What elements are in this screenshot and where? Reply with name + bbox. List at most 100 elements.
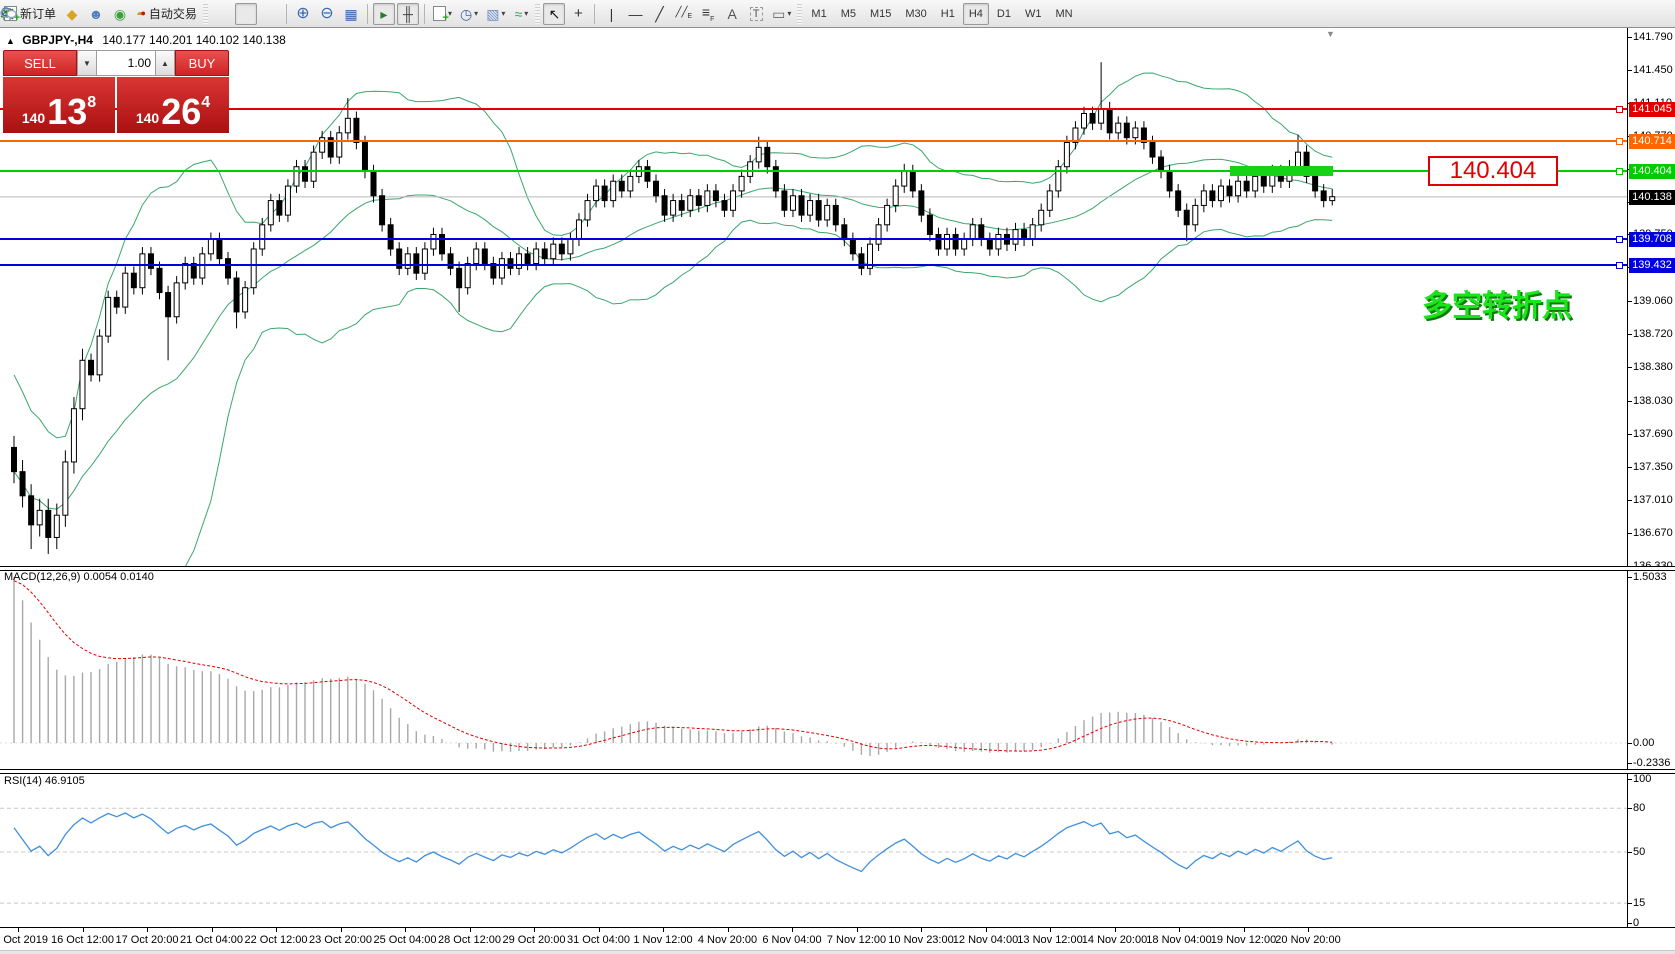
time-axis-tick xyxy=(1308,928,1309,932)
bear-candle xyxy=(816,201,821,220)
rsi-scale-50: 50 xyxy=(1633,845,1675,859)
panel-splitter[interactable] xyxy=(0,566,1675,571)
timeframe-d1[interactable]: D1 xyxy=(991,3,1017,25)
chart-shift-marker-icon[interactable]: ▼ xyxy=(1326,29,1335,39)
toolbar-grip[interactable] xyxy=(535,4,540,24)
bar-chart-button[interactable] xyxy=(211,3,233,25)
new-chart-button[interactable]: +▾ xyxy=(430,3,455,25)
bear-candle xyxy=(380,196,385,225)
auto-scroll-button[interactable]: ▸ xyxy=(373,3,395,25)
time-axis-tick xyxy=(663,928,664,932)
time-axis-label: 18 Nov 04:00 xyxy=(1146,934,1211,946)
mt4-window: + 新订单 ◆ ☻ ◉ ◓ ● 自动交易 ⊕ ⊖ ▦ ▸ ╫ +▾ ◷▾ ▧▾ … xyxy=(0,0,1675,954)
bull-candle xyxy=(962,239,967,249)
horizontal-line-object[interactable] xyxy=(0,264,1627,266)
time-axis-tick xyxy=(276,928,277,932)
timeframe-w1[interactable]: W1 xyxy=(1019,3,1048,25)
bull-candle xyxy=(268,201,273,225)
bear-candle xyxy=(131,273,136,288)
horizontal-line-object[interactable] xyxy=(0,238,1627,240)
line-handle[interactable] xyxy=(1616,138,1623,145)
rsi-scale-80: 80 xyxy=(1633,801,1675,815)
horizontal-line-object[interactable] xyxy=(0,140,1627,142)
timeframe-m1[interactable]: M1 xyxy=(805,3,832,25)
shapes-button[interactable]: ▭▾ xyxy=(769,3,794,25)
tile-windows-button[interactable]: ▦ xyxy=(340,3,362,25)
horizontal-line-object[interactable] xyxy=(0,108,1627,110)
price-tick-label: 137.690 xyxy=(1633,427,1675,441)
bull-candle xyxy=(1218,186,1223,201)
periods-button[interactable]: ◷▾ xyxy=(457,3,481,25)
search-button[interactable] xyxy=(1621,3,1643,25)
bear-candle xyxy=(20,472,25,496)
bear-candle xyxy=(679,201,684,211)
cursor-button[interactable]: ↖ xyxy=(543,3,565,25)
chinese-annotation[interactable]: 多空转折点 xyxy=(1422,281,1572,325)
buy-price-pip: 4 xyxy=(201,83,210,123)
one-click-panel-toggle[interactable]: ▲ xyxy=(6,36,15,46)
timeframe-h1[interactable]: H1 xyxy=(935,3,961,25)
crosshair-button[interactable]: + xyxy=(567,3,589,25)
line-handle[interactable] xyxy=(1616,236,1623,243)
timeframe-h4[interactable]: H4 xyxy=(963,3,989,25)
templates-button[interactable]: ▧▾ xyxy=(483,3,508,25)
time-axis[interactable]: 15 Oct 201916 Oct 12:0017 Oct 20:0021 Oc… xyxy=(0,927,1675,951)
time-axis-tick xyxy=(792,928,793,932)
text-button[interactable]: A xyxy=(721,3,743,25)
time-axis-label: 23 Oct 20:00 xyxy=(309,934,372,946)
rsi-scale-100: 100 xyxy=(1633,772,1675,786)
green-highlight-box[interactable] xyxy=(1230,166,1333,176)
fibonacci-button[interactable]: ≡F xyxy=(697,3,719,25)
autotrading-button[interactable]: ◓ ● 自动交易 xyxy=(133,3,200,25)
price-callout[interactable]: 140.404 xyxy=(1428,156,1558,186)
navigator-button[interactable]: ☻ xyxy=(85,3,107,25)
zoom-out-button[interactable]: ⊖ xyxy=(316,3,338,25)
panel-splitter[interactable] xyxy=(0,769,1675,774)
horizontal-line-button[interactable]: — xyxy=(624,3,646,25)
bull-candle xyxy=(1330,197,1335,201)
volume-input[interactable] xyxy=(97,50,155,76)
price-tick-label: 139.060 xyxy=(1633,294,1675,308)
bull-candle xyxy=(893,186,898,205)
chat-button[interactable] xyxy=(1645,3,1667,25)
bear-candle xyxy=(833,205,838,224)
indicators-button[interactable]: ≈▾ xyxy=(510,3,532,25)
line-handle[interactable] xyxy=(1616,262,1623,269)
volume-increase-button[interactable]: ▲ xyxy=(155,50,175,76)
buy-price-tile[interactable]: 140 26 4 xyxy=(117,77,229,133)
vertical-line-button[interactable]: | xyxy=(600,3,622,25)
signals-button[interactable]: ◉ xyxy=(109,3,131,25)
line-handle[interactable] xyxy=(1616,168,1623,175)
toolbar-grip[interactable] xyxy=(797,4,802,24)
candlestick-chart-button[interactable] xyxy=(235,3,257,25)
market-watch-button[interactable]: ◆ xyxy=(61,3,83,25)
timeframe-m5[interactable]: M5 xyxy=(835,3,862,25)
line-chart-button[interactable] xyxy=(259,3,281,25)
chart-shift-button[interactable]: ╫ xyxy=(397,3,419,25)
horizontal-line-object[interactable] xyxy=(0,170,1627,172)
macd-label: MACD(12,26,9) 0.0054 0.0140 xyxy=(4,571,154,583)
time-axis-label: 14 Nov 20:00 xyxy=(1082,934,1147,946)
timeframe-m15[interactable]: M15 xyxy=(864,3,897,25)
bull-candle xyxy=(576,220,581,239)
price-line-label: 139.708 xyxy=(1629,232,1675,247)
bear-candle xyxy=(850,239,855,254)
volume-decrease-button[interactable]: ▼ xyxy=(77,50,97,76)
channel-button[interactable]: ╱╱E xyxy=(672,3,695,25)
toolbar-grip[interactable] xyxy=(203,4,208,24)
text-label-button[interactable]: T xyxy=(745,3,767,25)
bear-candle xyxy=(354,118,359,142)
price-tick-label: 138.720 xyxy=(1633,327,1675,341)
bull-candle xyxy=(1133,128,1138,138)
buy-button[interactable]: BUY xyxy=(175,50,229,76)
zoom-in-button[interactable]: ⊕ xyxy=(292,3,314,25)
bear-candle xyxy=(1313,176,1318,191)
line-handle[interactable] xyxy=(1616,106,1623,113)
trendline-button[interactable]: ╱ xyxy=(648,3,670,25)
sell-button[interactable]: SELL xyxy=(3,50,77,76)
bull-candle xyxy=(1253,176,1258,191)
macd-scale-zero: 0.00 xyxy=(1633,736,1675,750)
sell-price-tile[interactable]: 140 13 8 xyxy=(3,77,115,133)
timeframe-mn[interactable]: MN xyxy=(1049,3,1078,25)
timeframe-m30[interactable]: M30 xyxy=(899,3,932,25)
